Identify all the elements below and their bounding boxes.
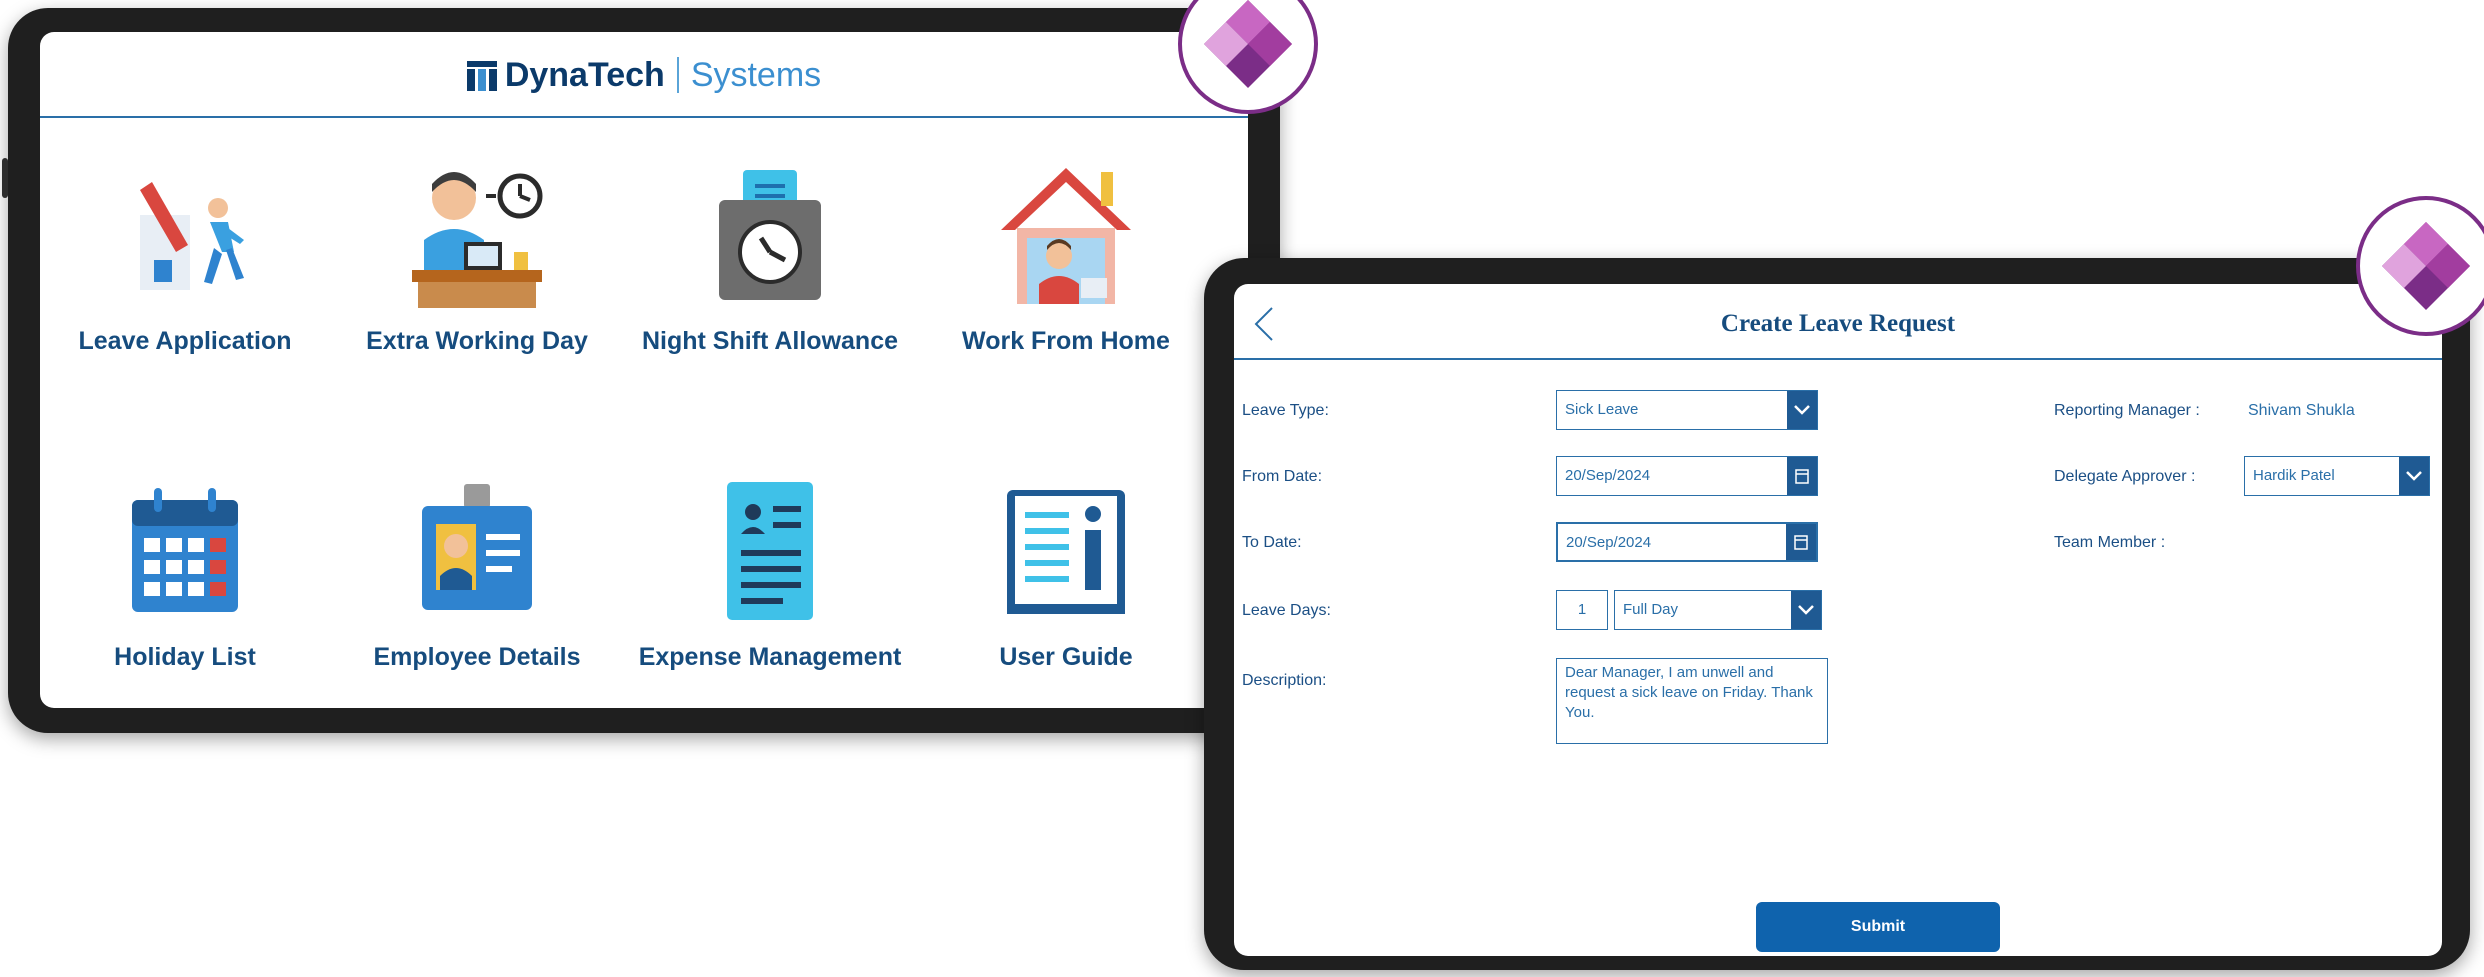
leave-days-count-input[interactable]: 1 [1556,590,1608,630]
description-textarea[interactable]: Dear Manager, I am unwell and request a … [1556,658,1828,744]
tile-label: User Guide [999,643,1133,671]
tile-work-from-home[interactable]: Work From Home [916,160,1216,356]
form-tablet-frame: Create Leave Request Leave Type: From Da… [1204,258,2470,970]
tile-label: Expense Management [638,643,902,671]
to-date-value: 20/Sep/2024 [1566,534,1652,551]
powerapps-logo-icon [1204,0,1292,88]
tile-label: Leave Application [78,327,292,355]
dynatech-logo-icon [466,61,497,91]
tile-employee-details[interactable]: Employee Details [327,476,627,672]
tile-label: Employee Details [373,643,581,671]
leave-type-dropdown[interactable]: Sick Leave [1556,390,1818,430]
calendar-icon[interactable] [1786,524,1816,560]
to-date-label: To Date: [1242,534,1302,551]
employee-id-card-icon [422,484,532,610]
extra-working-day-icon [412,172,543,308]
from-date-picker[interactable]: 20/Sep/2024 [1556,456,1818,496]
tile-extra-working-day[interactable]: Extra Working Day [327,160,627,356]
home-screen: DynaTech Systems Leave Application Extra… [40,32,1248,708]
brand-header: DynaTech Systems [40,50,1248,100]
brand-separator [676,57,679,93]
tile-label: Holiday List [114,643,256,671]
leave-type-label: Leave Type: [1242,402,1329,419]
submit-button[interactable]: Submit [1756,902,2000,952]
holiday-calendar-icon [132,488,238,612]
home-tablet-frame: DynaTech Systems Leave Application Extra… [2,8,1280,733]
user-guide-icon [1007,490,1125,614]
tile-expense-management[interactable]: Expense Management [620,476,920,672]
work-from-home-icon [1001,168,1131,304]
tile-night-shift-allowance[interactable]: Night Shift Allowance [620,160,920,356]
calendar-icon[interactable] [1787,457,1817,495]
leave-duration-dropdown[interactable]: Full Day [1614,590,1822,630]
chevron-down-icon[interactable] [1787,391,1817,429]
leave-days-count: 1 [1577,601,1587,618]
tile-label: Work From Home [962,327,1170,355]
delegate-approver-dropdown[interactable]: Hardik Patel [2244,456,2430,496]
description-label: Description: [1242,672,1327,689]
chevron-down-icon[interactable] [2399,457,2429,495]
tablet-side-button [2,158,8,198]
expense-document-icon [727,482,813,620]
leave-application-icon [140,182,244,290]
delegate-approver-label: Delegate Approver : [2054,468,2196,485]
reporting-manager-label: Reporting Manager : [2054,402,2200,419]
reporting-manager-value: Shivam Shukla [2248,402,2355,419]
night-shift-allowance-icon [719,170,821,300]
page-title: Create Leave Request [1720,310,1956,337]
header-divider [1234,358,2442,360]
tile-holiday-list[interactable]: Holiday List [40,476,335,672]
tile-label: Extra Working Day [366,327,588,355]
team-member-label: Team Member : [2054,534,2166,551]
powerapps-badge [2356,196,2484,336]
leave-duration-value: Full Day [1623,601,1679,618]
tile-user-guide[interactable]: User Guide [916,476,1216,672]
to-date-picker[interactable]: 20/Sep/2024 [1556,522,1818,562]
chevron-down-icon[interactable] [1791,591,1821,629]
powerapps-logo-icon [2382,222,2470,310]
leave-request-screen: Create Leave Request Leave Type: From Da… [1234,284,2442,956]
brand-name: DynaTech [504,55,665,94]
delegate-approver-value: Hardik Patel [2253,467,2335,484]
tile-leave-application[interactable]: Leave Application [40,160,335,356]
from-date-value: 20/Sep/2024 [1565,467,1651,484]
header-divider [40,116,1248,118]
leave-type-value: Sick Leave [1565,401,1639,418]
from-date-label: From Date: [1242,468,1323,485]
tile-label: Night Shift Allowance [641,327,899,355]
leave-days-label: Leave Days: [1242,602,1331,619]
description-value: Dear Manager, I am unwell and request a … [1565,664,1813,721]
brand-suffix: Systems [690,55,822,94]
